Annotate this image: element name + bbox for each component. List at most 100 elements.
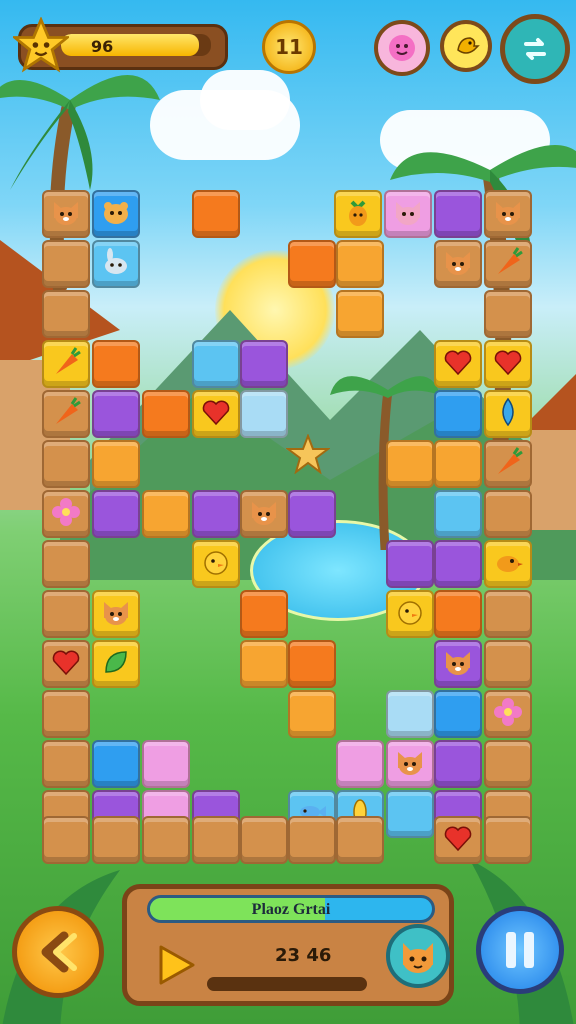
tile-chick[interactable] [386, 590, 434, 638]
tile-amber[interactable] [386, 440, 434, 488]
tile-wood[interactable] [484, 816, 532, 864]
tile-chick[interactable] [192, 540, 240, 588]
tile-pineapple[interactable] [334, 190, 382, 238]
tile-bird[interactable] [484, 540, 532, 588]
tile-leaf[interactable] [92, 640, 140, 688]
flower-icon [50, 496, 82, 532]
pause-button[interactable] [476, 906, 564, 994]
carrot-icon [50, 346, 82, 382]
tile-purple[interactable] [92, 390, 140, 438]
tile-orange[interactable] [92, 340, 140, 388]
tile-orange[interactable] [288, 640, 336, 688]
tile-heart[interactable] [434, 340, 482, 388]
cat-icon [100, 596, 132, 632]
carrot-icon [50, 396, 82, 432]
tile-wood[interactable] [42, 816, 90, 864]
tile-amber[interactable] [142, 490, 190, 538]
tile-flower[interactable] [42, 490, 90, 538]
tile-cat[interactable] [434, 240, 482, 288]
tile-pale[interactable] [240, 390, 288, 438]
tile-cat[interactable] [386, 740, 434, 788]
tile-carrot[interactable] [42, 340, 90, 388]
tile-heart[interactable] [192, 390, 240, 438]
tile-cat[interactable] [240, 490, 288, 538]
tile-sky[interactable] [434, 490, 482, 538]
flower-icon [492, 696, 524, 732]
tile-purple[interactable] [240, 340, 288, 388]
tile-orange[interactable] [142, 390, 190, 438]
tile-cat[interactable] [484, 190, 532, 238]
tile-sky[interactable] [386, 790, 434, 838]
tile-wood[interactable] [484, 740, 532, 788]
tile-carrot[interactable] [484, 440, 532, 488]
tile-wood[interactable] [240, 816, 288, 864]
tile-amber[interactable] [288, 690, 336, 738]
tile-purple[interactable] [386, 540, 434, 588]
tile-blue[interactable] [434, 390, 482, 438]
tile-kitten[interactable] [384, 190, 432, 238]
tile-amber[interactable] [92, 440, 140, 488]
tile-amber[interactable] [434, 440, 482, 488]
tile-cat[interactable] [42, 190, 90, 238]
tile-amber[interactable] [240, 640, 288, 688]
cat-icon [492, 196, 524, 232]
tile-blue[interactable] [434, 690, 482, 738]
tile-purple[interactable] [92, 490, 140, 538]
pineapple-icon [342, 196, 374, 232]
tile-drop[interactable] [484, 390, 532, 438]
tile-pink[interactable] [336, 740, 384, 788]
tile-wood[interactable] [142, 816, 190, 864]
back-button[interactable] [12, 906, 104, 998]
tile-cat[interactable] [92, 590, 140, 638]
bonus-star-icon[interactable] [286, 434, 330, 474]
tile-wood[interactable] [484, 590, 532, 638]
leaf-icon [100, 646, 132, 682]
play-icon[interactable] [157, 943, 197, 987]
tile-purple[interactable] [434, 190, 482, 238]
tile-purple[interactable] [434, 740, 482, 788]
tile-wood[interactable] [42, 540, 90, 588]
tile-hamster[interactable] [92, 190, 140, 238]
tile-wood[interactable] [336, 816, 384, 864]
tile-orange[interactable] [240, 590, 288, 638]
tile-wood[interactable] [42, 290, 90, 338]
tile-wood[interactable] [288, 816, 336, 864]
tile-bunny[interactable] [92, 240, 140, 288]
tile-purple[interactable] [434, 540, 482, 588]
tile-sky[interactable] [192, 340, 240, 388]
tile-cat[interactable] [434, 640, 482, 688]
tile-heart[interactable] [484, 340, 532, 388]
tile-wood[interactable] [192, 816, 240, 864]
heart-icon [442, 346, 474, 382]
heart-icon [200, 396, 232, 432]
tile-wood[interactable] [484, 290, 532, 338]
tile-wood[interactable] [42, 690, 90, 738]
tile-flower[interactable] [484, 690, 532, 738]
tile-carrot[interactable] [42, 390, 90, 438]
pet-button[interactable] [386, 924, 450, 988]
tile-wood[interactable] [42, 440, 90, 488]
tile-wood[interactable] [92, 816, 140, 864]
cat-icon [442, 646, 474, 682]
tile-orange[interactable] [288, 240, 336, 288]
tile-orange[interactable] [434, 590, 482, 638]
hamster-icon [100, 196, 132, 232]
tile-wood[interactable] [484, 490, 532, 538]
kitten-icon [392, 196, 424, 232]
tile-pink[interactable] [142, 740, 190, 788]
tile-heart[interactable] [42, 640, 90, 688]
tile-amber[interactable] [336, 240, 384, 288]
tile-wood[interactable] [42, 240, 90, 288]
tile-wood[interactable] [42, 740, 90, 788]
tile-carrot[interactable] [484, 240, 532, 288]
tile-blue[interactable] [92, 740, 140, 788]
tile-orange[interactable] [192, 190, 240, 238]
cat-icon [50, 196, 82, 232]
tile-wood[interactable] [42, 590, 90, 638]
tile-purple[interactable] [288, 490, 336, 538]
tile-wood[interactable] [484, 640, 532, 688]
tile-heart[interactable] [434, 816, 482, 864]
tile-purple[interactable] [192, 490, 240, 538]
tile-pale[interactable] [386, 690, 434, 738]
tile-amber[interactable] [336, 290, 384, 338]
